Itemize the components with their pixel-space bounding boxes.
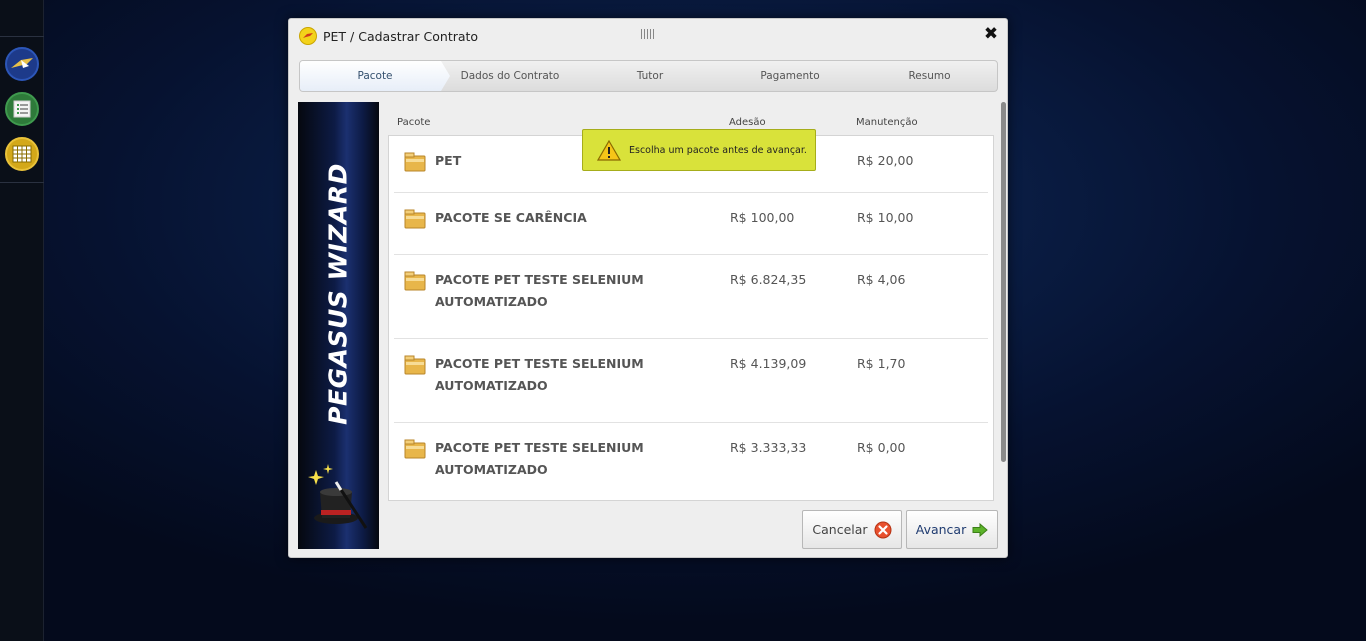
- package-adesao: R$ 100,00: [730, 210, 795, 225]
- warning-icon: [597, 139, 621, 161]
- warning-text: Escolha um pacote antes de avançar.: [629, 144, 807, 156]
- banner-title: PEGASUS WIZARD: [323, 163, 353, 425]
- column-header-adesao: Adesão: [729, 117, 766, 128]
- step-tutor[interactable]: Tutor: [580, 61, 720, 91]
- package-adesao: R$ 4.139,09: [730, 356, 807, 371]
- package-row[interactable]: PACOTE SE CARÊNCIA R$ 100,00 R$ 10,00: [394, 193, 988, 255]
- package-icon: [404, 439, 426, 459]
- rail-divider: [0, 182, 44, 183]
- wizard-steps: Pacote Dados do Contrato Tutor Pagamento…: [299, 60, 998, 92]
- package-icon: [404, 209, 426, 229]
- package-icon: [404, 271, 426, 291]
- pet-app-icon: [299, 27, 317, 45]
- warning-tooltip: Escolha um pacote antes de avançar.: [582, 129, 816, 171]
- next-button[interactable]: Avancar: [906, 510, 998, 549]
- close-icon[interactable]: ✖: [983, 25, 999, 43]
- wizard-banner: PEGASUS WIZARD: [298, 102, 379, 549]
- cancel-icon: [874, 521, 892, 538]
- pegasus-icon: [11, 58, 33, 68]
- cancel-button-label: Cancelar: [812, 522, 868, 537]
- dialog-title-text: PET / Cadastrar Contrato: [323, 28, 479, 44]
- step-pacote[interactable]: Pacote: [300, 61, 450, 91]
- package-manutencao: R$ 4,06: [857, 272, 906, 287]
- grid-icon: [12, 145, 32, 163]
- pegasus-logo-button[interactable]: [5, 47, 39, 81]
- cancel-button[interactable]: Cancelar: [802, 510, 902, 549]
- wizard-dialog: PET / Cadastrar Contrato ✖ Pacote Dados …: [288, 18, 1008, 558]
- package-adesao: R$ 3.333,33: [730, 440, 807, 455]
- package-manutencao: R$ 10,00: [857, 210, 914, 225]
- step-resumo[interactable]: Resumo: [860, 61, 997, 91]
- arrow-right-icon: [972, 522, 989, 537]
- list-icon: [13, 100, 31, 118]
- package-icon: [404, 152, 426, 172]
- step-dados-do-contrato[interactable]: Dados do Contrato: [440, 61, 580, 91]
- package-manutencao: R$ 1,70: [857, 356, 906, 371]
- left-rail: [0, 0, 44, 641]
- column-header-pacote: Pacote: [397, 117, 431, 128]
- scrollbar[interactable]: [1001, 102, 1006, 462]
- package-name: PACOTE PET TESTE SELENIUM AUTOMATIZADO: [435, 356, 644, 393]
- package-row[interactable]: PACOTE PET TESTE SELENIUM AUTOMATIZADO R…: [394, 255, 988, 339]
- package-icon: [404, 355, 426, 375]
- dialog-title: PET / Cadastrar Contrato: [299, 25, 478, 47]
- list-button[interactable]: [5, 92, 39, 126]
- package-list: PET R$ 20,00 PACOTE SE CARÊNCIA R$ 100,0…: [388, 135, 994, 501]
- magic-hat-icon: [308, 464, 368, 529]
- grid-button[interactable]: [5, 137, 39, 171]
- package-manutencao: R$ 0,00: [857, 440, 906, 455]
- next-button-label: Avancar: [915, 522, 967, 537]
- step-pagamento[interactable]: Pagamento: [720, 61, 860, 91]
- package-row[interactable]: PACOTE PET TESTE SELENIUM AUTOMATIZADO R…: [394, 339, 988, 423]
- package-row[interactable]: PACOTE PET TESTE SELENIUM AUTOMATIZADO R…: [394, 423, 988, 501]
- package-name: PACOTE PET TESTE SELENIUM AUTOMATIZADO: [435, 440, 644, 477]
- scrollbar-thumb[interactable]: [1001, 102, 1006, 462]
- package-adesao: R$ 6.824,35: [730, 272, 807, 287]
- drag-handle[interactable]: [641, 29, 655, 39]
- package-manutencao: R$ 20,00: [857, 153, 914, 168]
- rail-divider: [0, 36, 44, 37]
- package-name: PACOTE PET TESTE SELENIUM AUTOMATIZADO: [435, 272, 644, 309]
- column-header-manutencao: Manutenção: [856, 117, 918, 128]
- package-name: PACOTE SE CARÊNCIA: [435, 210, 587, 225]
